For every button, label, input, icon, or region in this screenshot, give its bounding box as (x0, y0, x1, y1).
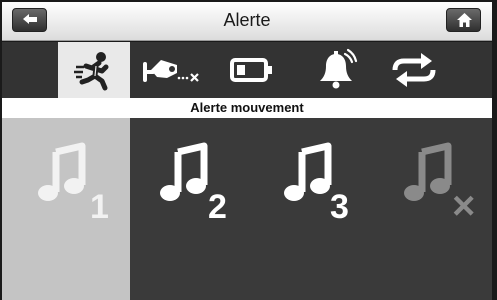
tab-bell[interactable] (301, 42, 373, 98)
camera-off-icon (143, 60, 199, 82)
music-note-icon (160, 142, 208, 201)
title-bar: Alerte (2, 2, 492, 41)
sound-option-2[interactable]: 2 (130, 118, 258, 300)
bell-ringing-icon (320, 48, 358, 89)
music-note-icon (284, 142, 332, 201)
page-title: Alerte (223, 10, 271, 30)
tab-motion[interactable] (58, 42, 130, 98)
sound-number: 2 (208, 188, 227, 226)
home-icon (457, 13, 472, 27)
tab-camera-disconnect[interactable] (134, 42, 206, 98)
sound-number: 3 (330, 188, 349, 226)
sound-option-off[interactable]: × (374, 118, 497, 300)
alert-screen: Alerte Alerte mouvement 1 2 3 × (0, 0, 497, 300)
sound-off-mark: × (452, 184, 476, 228)
section-title: Alerte mouvement (2, 98, 492, 118)
running-man-icon (74, 52, 109, 91)
sound-option-1[interactable]: 1 (2, 118, 130, 300)
sound-options: 1 2 3 × (2, 118, 492, 300)
alert-type-toolbar (2, 42, 492, 98)
sound-option-3[interactable]: 3 (254, 118, 382, 300)
sound-number: 1 (90, 188, 109, 226)
home-button[interactable] (446, 8, 481, 32)
repeat-icon (392, 53, 436, 87)
battery-icon (230, 58, 272, 82)
tab-repeat[interactable] (378, 42, 450, 98)
tab-battery[interactable] (216, 42, 288, 98)
